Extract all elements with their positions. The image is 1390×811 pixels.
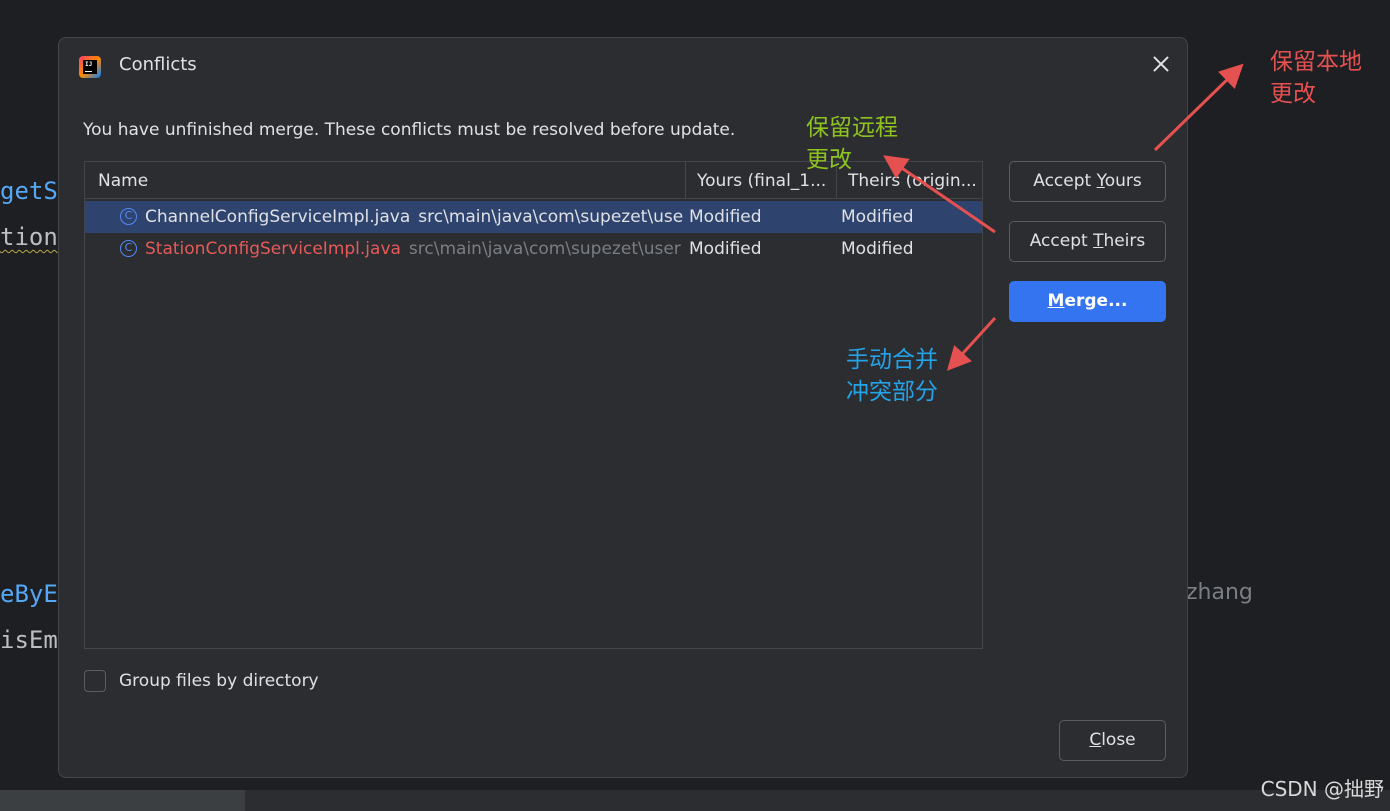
table-row[interactable]: C StationConfigServiceImpl.java src\main\…: [85, 233, 982, 265]
annotation-keep-local: 保留本地 更改: [1270, 49, 1362, 107]
accept-yours-button[interactable]: Accept Yours: [1009, 161, 1166, 202]
theirs-status: Modified: [841, 207, 914, 227]
accept-theirs-button[interactable]: Accept Theirs: [1009, 221, 1166, 262]
intellij-logo-icon: IJ: [79, 56, 101, 78]
code-line: isEm: [0, 626, 58, 654]
column-header-name[interactable]: Name: [98, 162, 678, 198]
yours-status: Modified: [689, 207, 762, 227]
java-class-icon: C: [120, 208, 137, 225]
java-class-icon: C: [120, 240, 137, 257]
close-icon[interactable]: [1149, 52, 1173, 76]
table-row[interactable]: C ChannelConfigServiceImpl.java src\main\…: [85, 201, 982, 233]
annotation-keep-remote: 保留远程 更改: [806, 115, 898, 173]
dialog-title: Conflicts: [119, 54, 197, 75]
close-button[interactable]: Close: [1059, 720, 1166, 761]
code-line: getS: [0, 177, 58, 205]
conflict-message: You have unfinished merge. These conflic…: [83, 120, 736, 140]
merge-button[interactable]: Merge...: [1009, 281, 1166, 322]
status-bar: [0, 790, 1390, 811]
conflicts-dialog: IJ Conflicts You have unfinished merge. …: [58, 37, 1188, 778]
group-by-directory-label[interactable]: Group files by directory: [119, 671, 319, 691]
file-name: ChannelConfigServiceImpl.java: [145, 207, 411, 227]
yours-status: Modified: [689, 239, 762, 259]
file-path: src\main\java\com\supezet\user: [418, 207, 683, 227]
file-path: src\main\java\com\supezet\user: [408, 239, 681, 259]
file-name: StationConfigServiceImpl.java: [145, 239, 401, 259]
file-cell: ChannelConfigServiceImpl.java src\main\ja…: [145, 201, 683, 233]
file-cell: StationConfigServiceImpl.java src\main\ja…: [145, 233, 683, 265]
code-line: tion: [0, 223, 58, 251]
code-line: eByE: [0, 580, 58, 608]
watermark: CSDN @拙野: [1260, 777, 1384, 801]
group-by-directory-checkbox[interactable]: [84, 670, 106, 692]
dialog-title-bar: IJ Conflicts: [59, 38, 1187, 94]
annotation-manual-merge: 手动合并 冲突部分: [846, 347, 938, 405]
inline-author-hint: zhang: [1186, 580, 1253, 605]
theirs-status: Modified: [841, 239, 914, 259]
